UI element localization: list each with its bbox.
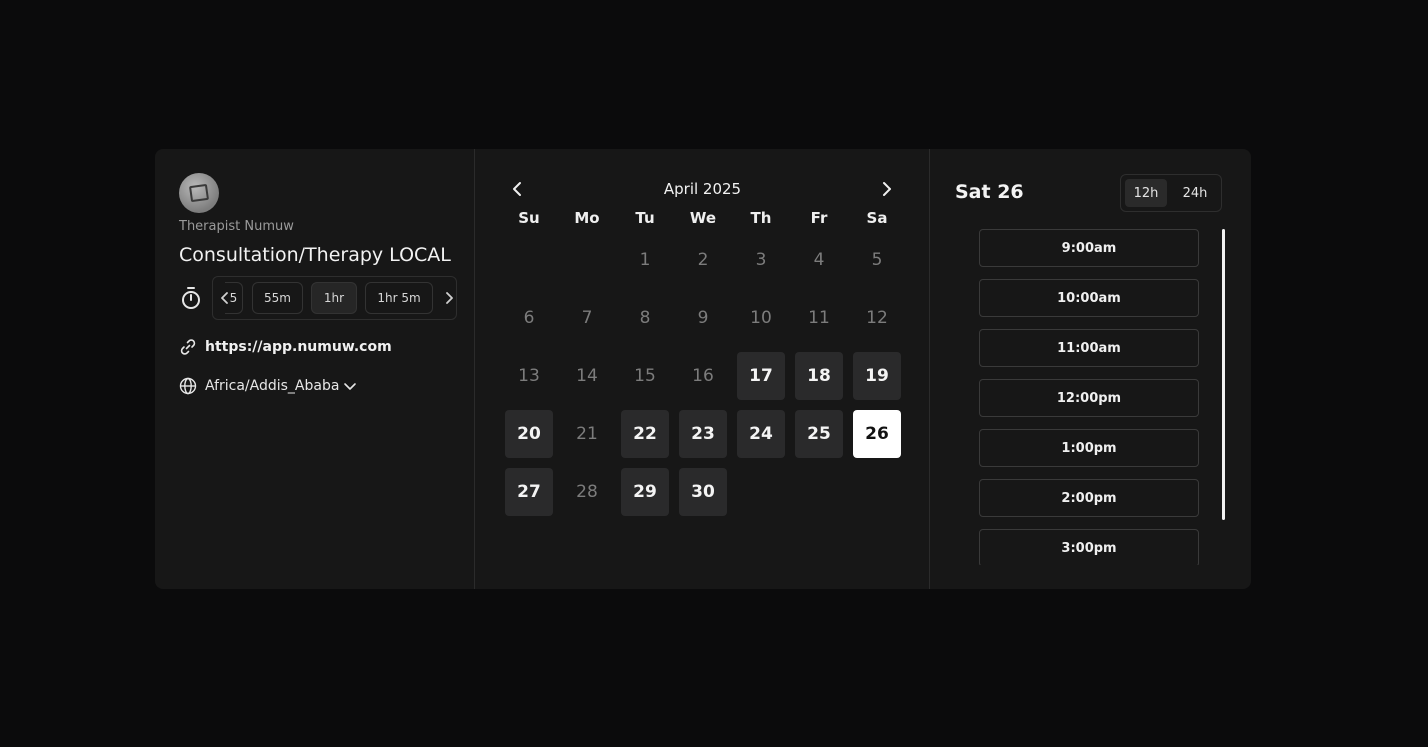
chevron-right-icon (446, 292, 453, 304)
calendar-day: 3 (755, 250, 767, 270)
calendar-day[interactable]: 25 (795, 410, 843, 458)
format-12h-button[interactable]: 12h (1125, 179, 1167, 207)
weekday-header: Su Mo Tu We Th Fr Sa (505, 209, 911, 227)
calendar-day: 11 (808, 308, 830, 328)
calendar-day[interactable]: 17 (737, 352, 785, 400)
time-slot-scrollbar[interactable] (1222, 229, 1225, 520)
duration-selector: 5 55m 1hr 1hr 5m (212, 276, 457, 320)
timezone-selector[interactable]: Africa/Addis_Ababa (179, 377, 357, 395)
time-format-toggle: 12h 24h (1120, 174, 1222, 212)
calendar-day: 5 (871, 250, 883, 270)
time-slot-button[interactable]: 12:00pm (979, 379, 1199, 417)
duration-option-1hr[interactable]: 1hr (311, 282, 357, 314)
weekday-label: Fr (810, 209, 828, 227)
duration-option-1hr-5m[interactable]: 1hr 5m (365, 282, 433, 314)
time-slot-button[interactable]: 3:00pm (979, 529, 1199, 565)
event-info-panel: Therapist Numuw Consultation/Therapy LOC… (155, 149, 475, 589)
selected-date-label: Sat 26 (955, 181, 1024, 203)
calendar-day: 8 (639, 308, 651, 328)
time-slot-list: 9:00am 10:00am 11:00am 12:00pm 1:00pm 2:00pm 3… (979, 229, 1199, 565)
time-slot-button[interactable]: 11:00am (979, 329, 1199, 367)
calendar-day[interactable]: 23 (679, 410, 727, 458)
calendar-days-grid: 1 2 3 4 5 6 7 8 9 10 11 12 13 14 15 16 17 18 19 20 21 22 23 24 2… (505, 236, 911, 526)
weekday-label: We (689, 209, 717, 227)
calendar-day: 12 (866, 308, 888, 328)
time-slot-button[interactable]: 1:00pm (979, 429, 1199, 467)
calendar-day[interactable]: 18 (795, 352, 843, 400)
globe-icon (179, 377, 197, 395)
calendar-day: 4 (813, 250, 825, 270)
calendar-day: 10 (750, 308, 772, 328)
calendar-day[interactable]: 20 (505, 410, 553, 458)
chevron-right-icon (883, 182, 891, 196)
time-slot-button[interactable]: 9:00am (979, 229, 1199, 267)
time-slot-button[interactable]: 10:00am (979, 279, 1199, 317)
calendar-day[interactable]: 27 (505, 468, 553, 516)
calendar-day[interactable]: 22 (621, 410, 669, 458)
month-label: April 2025 (663, 180, 742, 198)
calendar-day: 16 (692, 366, 714, 386)
calendar-day: 7 (581, 308, 593, 328)
calendar-panel: April 2025 Su Mo Tu We Th Fr Sa 12345678… (475, 149, 930, 589)
time-slots-panel: Sat 26 12h 24h 9:00am 10:00am 11:00am 12:00… (930, 149, 1251, 589)
calendar-day: 21 (576, 424, 598, 444)
duration-option-partial[interactable]: 5 (225, 282, 243, 314)
chevron-down-icon (344, 383, 357, 390)
calendar-day: 13 (518, 366, 540, 386)
weekday-label: Tu (635, 209, 655, 227)
calendar-day: 9 (697, 308, 709, 328)
stopwatch-icon (182, 287, 200, 309)
calendar-day[interactable]: 19 (853, 352, 901, 400)
time-slot-button[interactable]: 2:00pm (979, 479, 1199, 517)
calendar-day: 2 (697, 250, 709, 270)
booking-card: Therapist Numuw Consultation/Therapy LOC… (155, 149, 1251, 589)
link-icon (180, 339, 196, 355)
timezone-label: Africa/Addis_Ababa (205, 378, 340, 394)
calendar-day: 28 (576, 482, 598, 502)
weekday-label: Mo (574, 209, 600, 227)
avatar (179, 173, 219, 213)
calendar-day: 14 (576, 366, 598, 386)
meeting-link[interactable]: https://app.numuw.com (205, 339, 392, 355)
calendar-day: 15 (634, 366, 656, 386)
calendar-day[interactable]: 29 (621, 468, 669, 516)
event-title: Consultation/Therapy LOCAL (179, 244, 451, 266)
avatar-logo-icon (188, 183, 210, 203)
calendar-day[interactable]: 30 (679, 468, 727, 516)
calendar-day: 6 (523, 308, 535, 328)
weekday-label: Th (750, 209, 772, 227)
weekday-label: Sa (866, 209, 888, 227)
weekday-label: Su (518, 209, 540, 227)
calendar-day: 1 (639, 250, 651, 270)
calendar-day-selected[interactable]: 26 (853, 410, 901, 458)
format-24h-button[interactable]: 24h (1174, 179, 1216, 207)
next-month-button[interactable] (875, 177, 899, 201)
calendar-day[interactable]: 24 (737, 410, 785, 458)
meeting-link-row: https://app.numuw.com (179, 338, 392, 356)
duration-scroll-right-button[interactable] (439, 287, 459, 309)
duration-option-55m[interactable]: 55m (252, 282, 303, 314)
host-name: Therapist Numuw (179, 219, 294, 234)
